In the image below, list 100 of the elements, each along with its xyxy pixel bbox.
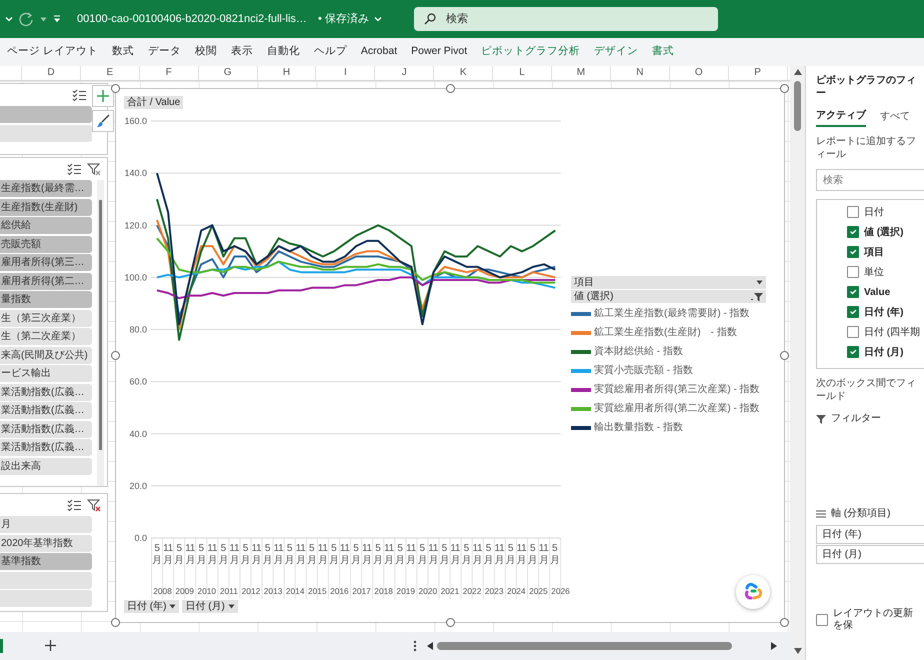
axis-group-label: 2010 — [196, 585, 218, 598]
checkbox[interactable] — [847, 306, 859, 318]
brush-button[interactable] — [92, 110, 114, 132]
chevron-icon[interactable] — [372, 14, 383, 24]
slicer-item[interactable]: 2020年基準指数 — [0, 534, 92, 552]
slicer-item[interactable]: 生（第二次産業） — [0, 328, 92, 345]
ribbon-tab[interactable]: Acrobat — [354, 44, 404, 60]
slicer-item[interactable]: 生産指数(生産財) — [0, 198, 92, 216]
resize-handle[interactable] — [111, 618, 120, 627]
ribbon-tab[interactable]: ページ レイアウト — [0, 44, 105, 60]
axis-tick-label: 0.0 — [134, 533, 147, 543]
ribbon-tab[interactable]: 数式 — [104, 44, 141, 60]
slicer-item[interactable]: 総供給 — [0, 217, 92, 234]
resize-handle[interactable] — [111, 351, 120, 360]
checkbox[interactable] — [847, 226, 859, 238]
scroll-down-icon[interactable] — [794, 648, 802, 654]
assistant-button[interactable] — [736, 575, 770, 609]
slicer-item[interactable]: 業活動指数(広義… — [0, 439, 92, 456]
checkbox[interactable] — [847, 206, 859, 218]
clear-filter-icon[interactable] — [87, 162, 101, 176]
scrollbar-thumb[interactable] — [437, 642, 732, 650]
axis-group-label: 2018 — [373, 585, 394, 598]
checkbox[interactable] — [847, 286, 859, 298]
chevron-icon[interactable] — [4, 14, 14, 24]
slicer-item[interactable]: 業活動指数(広義… — [0, 402, 92, 419]
resize-handle[interactable] — [446, 618, 455, 627]
area-item[interactable]: 日付 (年) — [816, 525, 924, 544]
axis-tick-label: 11月 — [162, 543, 174, 567]
resize-handle[interactable] — [780, 351, 789, 360]
multiselect-icon[interactable] — [72, 89, 86, 101]
slicer-item[interactable]: 雇用者所得(第二… — [0, 272, 92, 290]
axis-group-label: 2008 — [152, 585, 173, 598]
caret-icon[interactable] — [40, 16, 47, 22]
slicer-item[interactable]: 基準指数 — [0, 553, 92, 570]
field-label: 日付 — [864, 206, 884, 220]
scrollbar-thumb[interactable] — [794, 81, 801, 131]
ribbon-tab[interactable]: 書式 — [645, 44, 682, 60]
axis-field-button[interactable]: 日付 (年) — [124, 600, 180, 613]
ribbon-tab[interactable]: ピボットグラフ分析 — [474, 44, 588, 60]
checkbox[interactable] — [847, 246, 859, 258]
axis-group-label: 2014 — [284, 585, 306, 598]
multiselect-icon[interactable] — [67, 163, 81, 175]
area-item[interactable]: 日付 (月) — [816, 545, 924, 564]
checkbox[interactable] — [816, 614, 828, 626]
multiselect-icon[interactable] — [67, 499, 81, 511]
redo-icon[interactable] — [19, 11, 35, 27]
slicer-item[interactable]: 生（第三次産業） — [0, 310, 92, 326]
slicer-item[interactable]: 雇用者所得(第三… — [0, 254, 92, 271]
scroll-left-icon[interactable] — [427, 642, 433, 650]
search-field[interactable]: 検索 — [816, 169, 924, 191]
ribbon-tab[interactable]: デザイン — [587, 44, 646, 60]
legend-filter-button[interactable]: 値 (選択) — [571, 290, 766, 303]
ribbon-tab[interactable]: 表示 — [224, 44, 260, 60]
slicer-item[interactable]: 業活動指数(広義… — [0, 420, 92, 438]
axis-tick-label: 5月 — [284, 543, 296, 567]
search-field[interactable]: 検索 — [414, 7, 718, 31]
ribbon-tab[interactable]: 校閲 — [188, 44, 224, 60]
slicer-item[interactable]: 業活動指数(広義… — [0, 384, 92, 400]
slicer-item[interactable]: 量指数 — [0, 291, 92, 308]
ribbon-tab[interactable]: ヘルプ — [306, 44, 354, 60]
axis-field-button[interactable]: 日付 (月) — [182, 600, 238, 613]
resize-handle[interactable] — [111, 84, 120, 93]
scroll-up-icon[interactable] — [794, 69, 802, 75]
slicer-item[interactable]: ービス輸出 — [0, 365, 92, 382]
axis-tick-label: 11月 — [428, 543, 439, 567]
save-status: • 保存済み — [318, 12, 369, 27]
axis-tick-label: 5月 — [240, 543, 251, 567]
axis-tick-label: 11月 — [361, 543, 372, 567]
slicer-item[interactable]: 来高(民間及び公共) — [0, 346, 92, 364]
pane-tab[interactable]: すべて — [880, 106, 910, 127]
slicer-item[interactable]: 売販売額 — [0, 236, 92, 252]
value-field-button[interactable]: 合計 / Value — [124, 96, 184, 109]
scrollbar-thumb[interactable] — [99, 200, 102, 450]
plus-icon — [45, 640, 56, 652]
resize-handle[interactable] — [446, 84, 455, 93]
slicer-item[interactable]: 生産指数(最終需… — [0, 180, 92, 197]
resize-handle[interactable] — [780, 618, 789, 627]
more-icon[interactable] — [413, 640, 417, 652]
field-label: 日付 (四半期 — [864, 326, 920, 340]
scroll-right-icon[interactable] — [771, 642, 777, 650]
brush-icon — [96, 114, 110, 128]
clear-filter-icon[interactable] — [87, 498, 101, 512]
checkbox[interactable] — [847, 326, 859, 338]
legend-field-button[interactable]: 項目 — [571, 276, 766, 289]
axis-tick-label: 20.0 — [129, 480, 147, 491]
ribbon-tab[interactable]: Power Pivot — [404, 44, 474, 60]
customize-icon[interactable] — [52, 14, 62, 24]
axis-group-label: 2009 — [174, 585, 195, 598]
axis-tick-label: 11月 — [250, 543, 262, 567]
axis-tick-label: 100.0 — [124, 272, 147, 282]
slicer-item[interactable]: 設出来高 — [0, 458, 92, 474]
pane-tab[interactable]: アクティブ — [816, 106, 866, 127]
axis-group-label: 2019 — [395, 585, 416, 598]
slicer-item[interactable]: 月 — [0, 516, 92, 533]
ribbon-tab[interactable]: 自動化 — [260, 44, 307, 60]
checkbox[interactable] — [847, 266, 859, 278]
resize-handle[interactable] — [780, 84, 789, 93]
checkbox[interactable] — [847, 346, 859, 358]
axis-group-label: 2021 — [440, 585, 460, 598]
ribbon-tab[interactable]: データ — [140, 44, 188, 60]
